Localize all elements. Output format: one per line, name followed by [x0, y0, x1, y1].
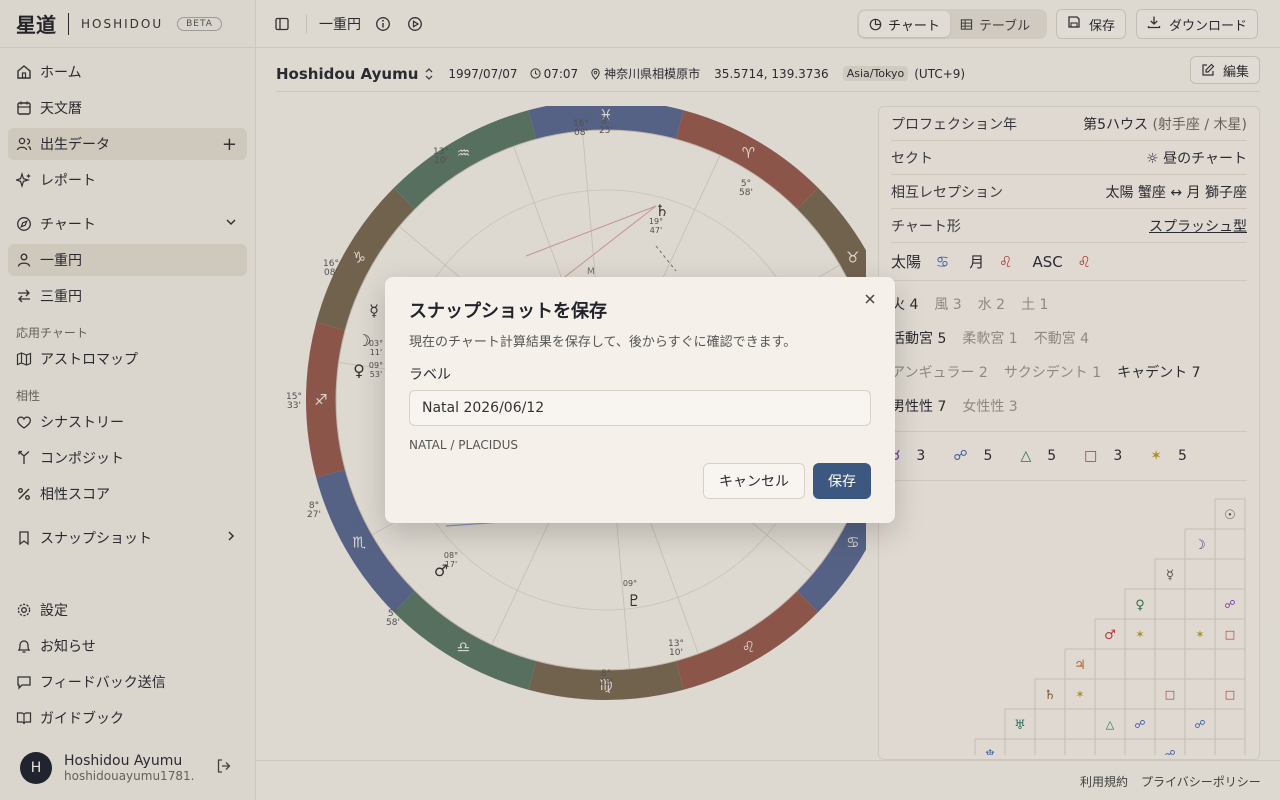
dialog-description: 現在のチャート計算結果を保存して、後からすぐに確認できます。	[409, 335, 797, 350]
cancel-button[interactable]: キャンセル	[703, 463, 805, 499]
close-icon[interactable]	[863, 291, 877, 310]
dialog-title: スナップショットを保存	[409, 301, 607, 322]
label-field-label: ラベル	[409, 367, 451, 383]
save-snapshot-button[interactable]: 保存	[813, 463, 871, 499]
save-snapshot-dialog: スナップショットを保存 現在のチャート計算結果を保存して、後からすぐに確認できま…	[385, 277, 895, 523]
label-input[interactable]	[409, 390, 871, 426]
chart-type-hint: NATAL / PLACIDUS	[409, 438, 518, 452]
